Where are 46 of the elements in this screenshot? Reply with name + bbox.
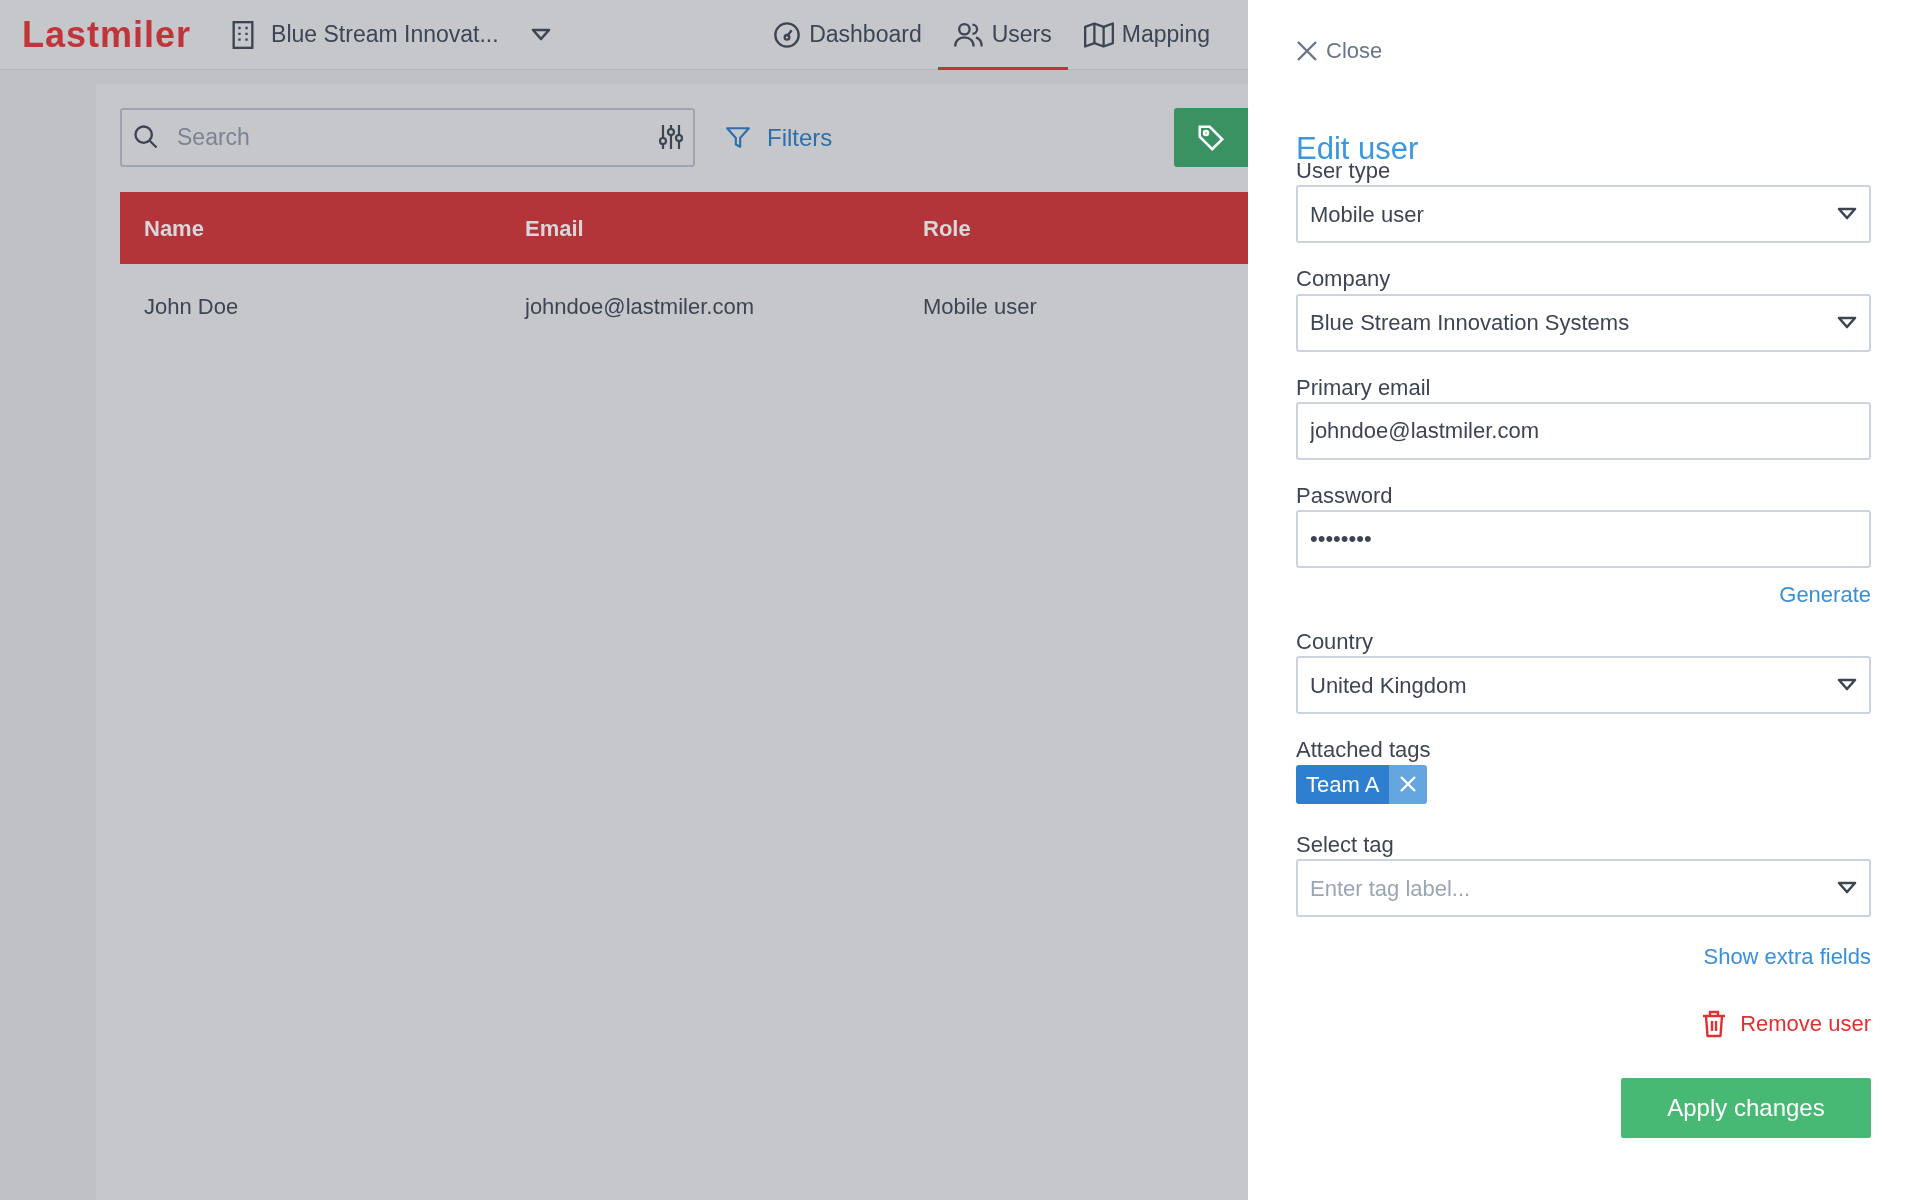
dropdown-field[interactable]: United Kingdom bbox=[1296, 656, 1871, 715]
field-label: Select tag bbox=[1296, 831, 1395, 858]
remove-tag-button[interactable] bbox=[1389, 764, 1428, 804]
table-cell-text: John Doe bbox=[143, 292, 240, 321]
close-icon bbox=[1400, 776, 1417, 793]
filters-button[interactable]: Filters bbox=[719, 118, 839, 157]
field-label: Attached tags bbox=[1296, 737, 1432, 763]
search-field[interactable]: Search bbox=[120, 108, 695, 167]
column-header[interactable]: Role bbox=[923, 211, 1248, 245]
trash-icon bbox=[1702, 1009, 1727, 1038]
table-cell-text: Mobile user bbox=[923, 292, 1038, 321]
caret-icon bbox=[530, 27, 551, 42]
field-label: Password bbox=[1296, 482, 1394, 509]
column-header[interactable]: Email bbox=[525, 211, 923, 245]
remove-user-button[interactable]: Remove user bbox=[1702, 1007, 1871, 1041]
company-selector[interactable]: Blue Stream Innovat... bbox=[215, 0, 567, 70]
input-field[interactable]: johndoe@lastmiler.com bbox=[1296, 401, 1871, 460]
nav-tab[interactable]: Users bbox=[937, 0, 1068, 70]
map-icon bbox=[1083, 20, 1114, 49]
caret-icon bbox=[1837, 881, 1857, 896]
dropdown-field[interactable]: Blue Stream Innovation Systems bbox=[1296, 293, 1871, 352]
search-icon bbox=[132, 123, 160, 151]
sliders-icon[interactable] bbox=[659, 123, 683, 151]
nav-tab[interactable]: Dashboard bbox=[757, 0, 938, 70]
column-header[interactable]: Name bbox=[120, 211, 525, 245]
show-extra-fields-link[interactable]: Show extra fields bbox=[1703, 940, 1871, 974]
app-logo[interactable]: Lastmiler bbox=[22, 7, 192, 62]
gauge-icon bbox=[773, 20, 802, 49]
nav-tab[interactable]: Mapping bbox=[1067, 0, 1226, 70]
close-button[interactable]: Close bbox=[1296, 34, 1383, 67]
users-icon bbox=[953, 20, 984, 49]
table-cell-text: johndoe@lastmiler.com bbox=[525, 292, 755, 321]
filter-icon bbox=[725, 124, 751, 151]
dropdown-field[interactable]: Enter tag label... bbox=[1296, 859, 1871, 918]
field-label: Company bbox=[1296, 266, 1392, 292]
input-field[interactable]: •••••••• bbox=[1296, 510, 1871, 569]
caret-icon bbox=[1837, 207, 1857, 222]
close-icon bbox=[1296, 39, 1318, 62]
field-label: Country bbox=[1296, 629, 1375, 655]
dropdown-field[interactable]: Mobile user bbox=[1296, 185, 1871, 244]
caret-icon bbox=[1837, 315, 1857, 330]
apply-changes-button[interactable]: Apply changes bbox=[1621, 1078, 1871, 1139]
caret-icon bbox=[1837, 678, 1857, 693]
generate-link[interactable]: Generate bbox=[1779, 578, 1871, 612]
building-icon bbox=[231, 20, 256, 49]
field-label: Primary email bbox=[1296, 374, 1432, 400]
